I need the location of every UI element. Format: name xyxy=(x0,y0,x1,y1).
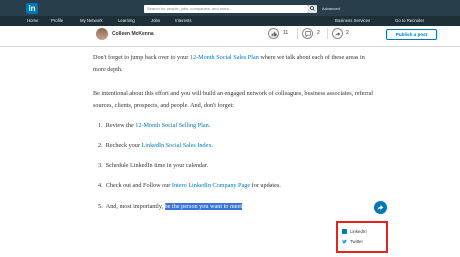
nav-jobs[interactable]: Jobs xyxy=(151,16,160,26)
twitter-icon xyxy=(342,240,347,244)
share-arrow-icon xyxy=(377,205,384,211)
main-nav: Home Profile My Network Learning Jobs In… xyxy=(0,16,460,26)
search-icon xyxy=(310,6,315,11)
social-selling-plan-link[interactable]: 12-Month Social Selling Plan xyxy=(135,122,208,129)
like-count: 11 xyxy=(283,30,289,36)
nav-interests[interactable]: Interests xyxy=(175,16,191,26)
share-menu: LinkedIn Twitter xyxy=(336,221,388,253)
linkedin-logo[interactable]: in xyxy=(26,3,38,14)
comment-icon xyxy=(305,31,311,37)
company-page-link[interactable]: Intero LinkedIn Company Page xyxy=(172,182,250,189)
share-button[interactable] xyxy=(332,28,343,39)
nav-go-to-recruiter[interactable]: Go to Recruiter xyxy=(395,16,424,26)
comment-button[interactable] xyxy=(302,28,313,39)
share-twitter-option[interactable]: Twitter xyxy=(342,239,363,245)
share-selection-button[interactable] xyxy=(374,201,387,214)
paragraph-1: Don't forget to jump back over to your 1… xyxy=(93,54,365,73)
social-sales-index-link[interactable]: LinkedIn Social Sales Index xyxy=(141,142,211,149)
nav-my-network[interactable]: My Network xyxy=(80,16,103,26)
paragraph-2: Be intentional about this effort and you… xyxy=(93,90,373,109)
social-sales-plan-link[interactable]: 12-Month Social Sales Plan xyxy=(190,54,259,61)
author-avatar[interactable] xyxy=(96,28,108,40)
like-button[interactable] xyxy=(268,28,279,39)
list-item: 2. Recheck your LinkedIn Social Sales In… xyxy=(98,142,213,149)
advanced-search-link[interactable]: Advanced xyxy=(322,5,340,13)
search-input[interactable]: Search for people, jobs, companies, and … xyxy=(144,5,308,13)
nav-profile[interactable]: Profile xyxy=(51,16,63,26)
publish-post-button[interactable]: Publish a post xyxy=(386,29,437,40)
list-item: 5. And, most importantly, be the person … xyxy=(98,203,242,210)
nav-business-services[interactable]: Business Services xyxy=(335,16,370,26)
share-arrow-icon xyxy=(335,32,341,37)
share-linkedin-option[interactable]: LinkedIn xyxy=(342,229,367,235)
thumbs-up-icon xyxy=(271,31,277,37)
nav-learning[interactable]: Learning xyxy=(118,16,135,26)
list-item: 3. Schedule LinkedIn time in your calend… xyxy=(98,162,209,169)
comment-count: 2 xyxy=(317,30,320,36)
search-button[interactable] xyxy=(308,5,317,13)
list-item: 4. Check out and Follow our Intero Linke… xyxy=(98,182,281,189)
list-item: 1. Review the 12-Month Social Selling Pl… xyxy=(98,122,211,129)
share-count: 2 xyxy=(346,30,349,36)
linkedin-icon xyxy=(342,229,347,235)
nav-home[interactable]: Home xyxy=(27,16,38,26)
selected-text[interactable]: be the person you want to meet xyxy=(164,203,242,210)
author-name[interactable]: Colleen McKenna xyxy=(112,30,154,38)
